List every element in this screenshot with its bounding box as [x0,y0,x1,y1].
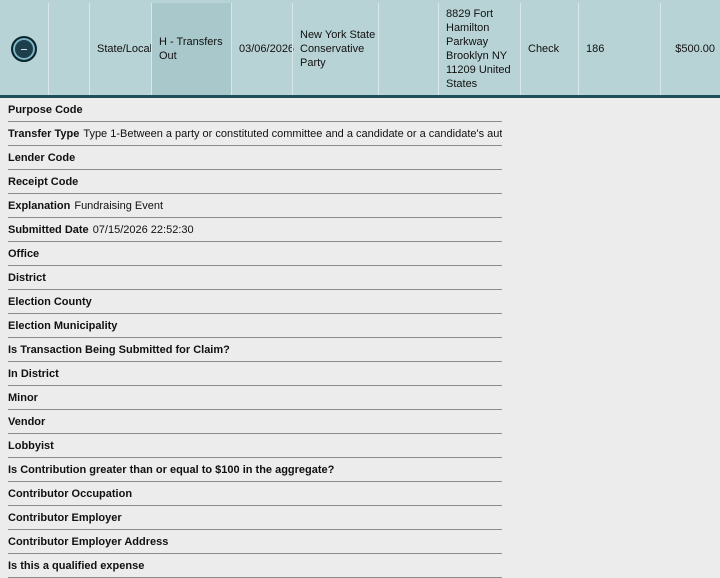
detail-field: Is this a qualified expense [8,554,502,578]
schedule-cell: H - Transfers Out [151,3,231,95]
detail-label: Office [8,247,40,260]
detail-field: Is Transaction Being Submitted for Claim… [8,338,502,362]
collapse-toggle-button[interactable] [11,36,37,62]
detail-field: Office [8,242,502,266]
detail-field: Contributor Employer [8,506,502,530]
detail-field: District [8,266,502,290]
detail-label: Contributor Employer Address [8,535,169,548]
empty-cell [48,3,89,95]
address-cell: 8829 Fort Hamilton Parkway Brooklyn NY 1… [438,3,520,95]
minus-icon [21,48,27,50]
date-cell: 03/06/2026 [231,3,294,95]
detail-field: Explanation Fundraising Event [8,194,502,218]
detail-label: Is Transaction Being Submitted for Claim… [8,343,230,356]
method-cell: Check [520,3,578,95]
detail-field: Election County [8,290,502,314]
detail-label: Election County [8,295,92,308]
detail-label: District [8,271,46,284]
transaction-detail-list: Purpose Code Transfer Type Type 1-Between … [8,98,502,578]
detail-field: Submitted Date 07/15/2026 22:52:30 [8,218,502,242]
detail-label: Purpose Code [8,103,83,116]
detail-field: Transfer Type Type 1-Between a party or c… [8,122,502,146]
toggle-cell[interactable] [0,3,48,95]
empty-cell-2 [378,3,438,95]
detail-field: Contributor Employer Address [8,530,502,554]
amount-cell: $500.00 [660,3,720,95]
detail-label: Contributor Employer [8,511,122,524]
detail-label: Is this a qualified expense [8,559,145,572]
detail-label: Election Municipality [8,319,118,332]
transaction-row[interactable]: State/Local H - Transfers Out 03/06/2026… [0,0,720,98]
detail-label: Explanation [8,199,71,212]
filer-type-cell: State/Local [89,3,152,95]
detail-value: 07/15/2026 22:52:30 [92,223,194,236]
detail-field: Lobbyist [8,434,502,458]
detail-label: Submitted Date [8,223,89,236]
detail-label: Transfer Type [8,127,80,140]
detail-label: Contributor Occupation [8,487,133,500]
recipient-cell: New York State Conservative Party [292,3,378,95]
detail-field: Contributor Occupation [8,482,502,506]
detail-value: Fundraising Event [74,199,164,212]
detail-field: Minor [8,386,502,410]
detail-field: Lender Code [8,146,502,170]
detail-field: In District [8,362,502,386]
detail-label: Lender Code [8,151,76,164]
check-number-cell: 186 [578,3,660,95]
detail-field: Is Contribution greater than or equal to… [8,458,502,482]
detail-field: Purpose Code [8,98,502,122]
detail-label: Lobbyist [8,439,54,452]
detail-value: Type 1-Between a party or constituted co… [83,127,502,140]
detail-label: Receipt Code [8,175,79,188]
detail-field: Vendor [8,410,502,434]
detail-label: Vendor [8,415,46,428]
detail-field: Election Municipality [8,314,502,338]
detail-label: Minor [8,391,38,404]
detail-label: In District [8,367,59,380]
detail-field: Receipt Code [8,170,502,194]
detail-label: Is Contribution greater than or equal to… [8,463,335,476]
